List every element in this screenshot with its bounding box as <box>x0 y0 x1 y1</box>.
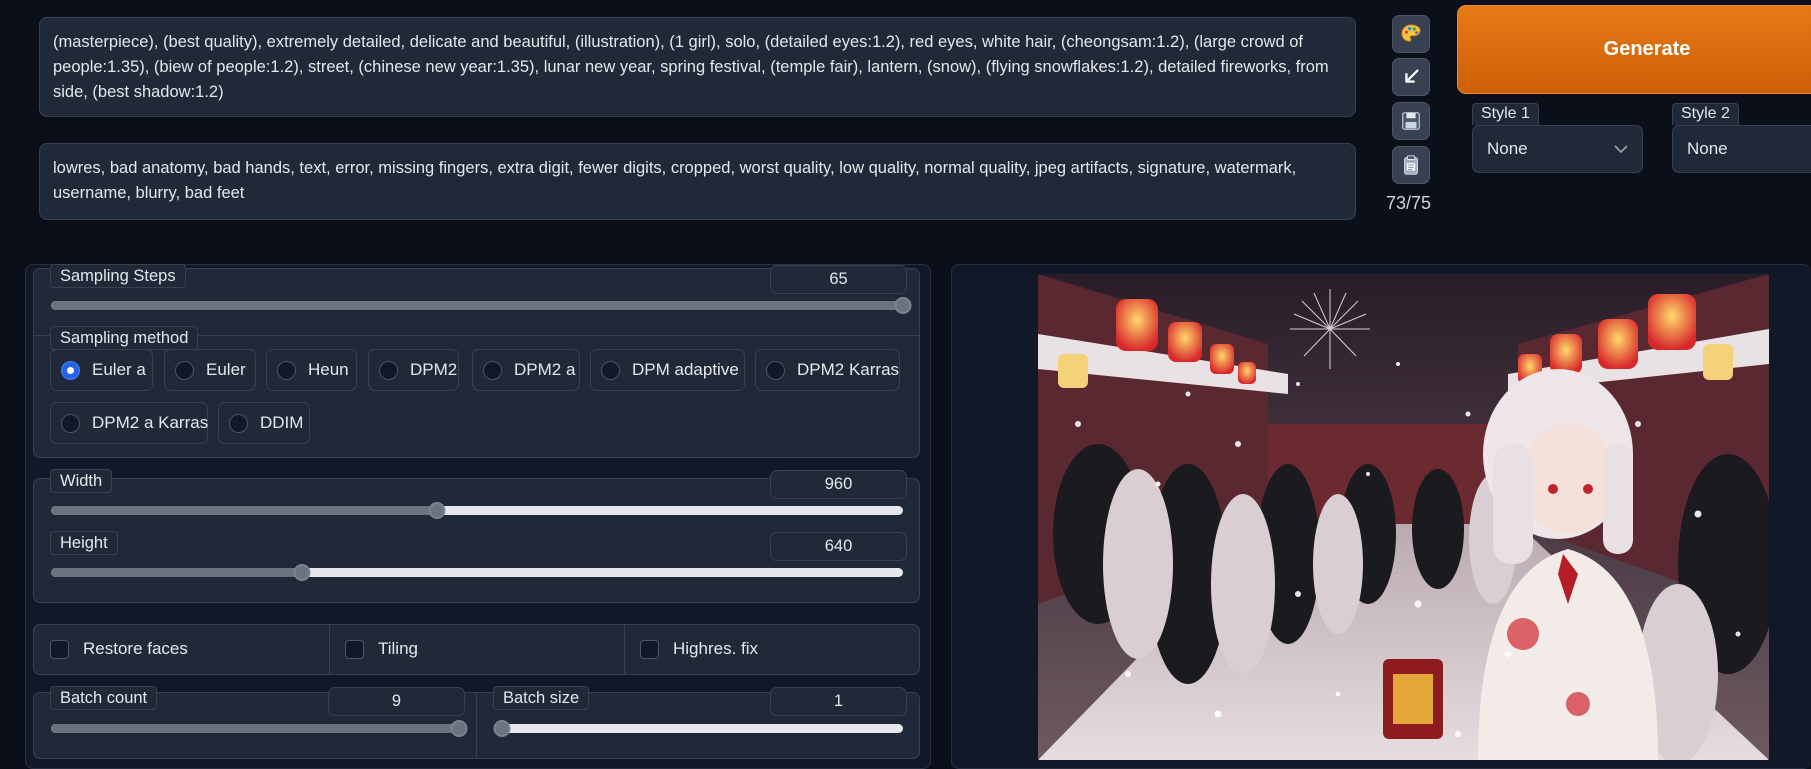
sampler-option-dpm2-a[interactable]: DPM2 a <box>472 349 580 391</box>
sampler-label: DPM2 Karras <box>797 360 900 379</box>
style-1-label: Style 1 <box>1472 103 1539 125</box>
batch-size-label: Batch size <box>493 686 590 710</box>
restore-faces-checkbox[interactable]: Restore faces <box>50 639 188 659</box>
slider-handle[interactable] <box>493 720 511 737</box>
width-input[interactable]: 960 <box>770 470 907 499</box>
clipboard-icon <box>1404 155 1418 175</box>
sampler-label: DPM2 a Karras <box>92 413 209 432</box>
generated-image[interactable] <box>1038 274 1769 760</box>
sampler-option-heun[interactable]: Heun <box>266 349 357 391</box>
sampler-option-euler[interactable]: Euler <box>164 349 256 391</box>
palette-button[interactable] <box>1392 15 1430 53</box>
checkbox-icon <box>640 639 659 659</box>
positive-prompt-input[interactable]: (masterpiece), (best quality), extremely… <box>39 17 1356 117</box>
batch-size-input[interactable]: 1 <box>770 687 907 716</box>
batch-count-input[interactable]: 9 <box>328 687 465 716</box>
height-label: Height <box>50 531 118 555</box>
sampling-method-label: Sampling method <box>50 326 199 350</box>
height-input[interactable]: 640 <box>770 532 907 561</box>
style-1-select[interactable]: None <box>1472 125 1643 173</box>
sampler-option-dpm2-a-karras[interactable]: DPM2 a Karras <box>50 402 208 444</box>
highres-fix-label: Highres. fix <box>673 639 759 658</box>
radio-icon <box>61 413 80 433</box>
batch-size-slider[interactable] <box>493 720 903 737</box>
width-label: Width <box>50 469 113 493</box>
slider-handle[interactable] <box>450 720 468 737</box>
apply-params-button[interactable] <box>1392 58 1430 96</box>
checkbox-icon <box>345 639 364 659</box>
palette-icon <box>1401 24 1421 42</box>
sampler-label: Euler a <box>92 360 146 379</box>
arrow-down-left-icon <box>1405 69 1419 83</box>
batch-count-slider[interactable] <box>51 720 468 737</box>
token-counter: 73/75 <box>1386 193 1432 213</box>
checkbox-icon <box>50 639 69 659</box>
style-2-label: Style 2 <box>1672 103 1739 125</box>
sampler-label: DPM adaptive <box>632 360 739 379</box>
generate-button[interactable]: Generate <box>1457 5 1811 94</box>
sampler-label: Heun <box>308 360 349 379</box>
slider-handle[interactable] <box>293 564 311 581</box>
radio-icon <box>175 360 194 380</box>
style-2-select[interactable]: None <box>1672 125 1811 173</box>
tiling-label: Tiling <box>378 639 418 658</box>
chevron-down-icon <box>1614 144 1628 153</box>
restore-faces-label: Restore faces <box>83 639 188 658</box>
sampler-label: DDIM <box>260 413 304 432</box>
sampler-option-ddim[interactable]: DDIM <box>218 402 310 444</box>
sampler-option-dpm2-karras[interactable]: DPM2 Karras <box>755 349 900 391</box>
width-slider[interactable] <box>51 502 903 519</box>
radio-icon <box>229 413 248 433</box>
sampler-label: DPM2 a <box>514 360 576 379</box>
style-2-value: None <box>1687 139 1728 158</box>
slider-handle[interactable] <box>428 502 446 519</box>
radio-selected-icon <box>61 360 80 380</box>
sampler-label: DPM2 <box>410 360 458 379</box>
sampler-option-euler-a[interactable]: Euler a <box>50 349 153 391</box>
radio-icon <box>766 360 785 380</box>
radio-icon <box>601 360 620 380</box>
radio-icon <box>379 360 398 380</box>
sampler-label: Euler <box>206 360 246 379</box>
highres-fix-checkbox[interactable]: Highres. fix <box>640 639 758 659</box>
style-1-value: None <box>1487 139 1528 158</box>
generated-image-illustration <box>1038 274 1769 760</box>
negative-prompt-input[interactable]: lowres, bad anatomy, bad hands, text, er… <box>39 143 1356 220</box>
apply-style-button[interactable] <box>1392 146 1430 184</box>
radio-icon <box>277 360 296 380</box>
tiling-checkbox[interactable]: Tiling <box>345 639 418 659</box>
save-style-button[interactable] <box>1392 102 1430 140</box>
save-icon <box>1402 112 1420 130</box>
sampling-steps-label: Sampling Steps <box>50 264 186 288</box>
height-slider[interactable] <box>51 564 903 581</box>
sampler-option-dpm2[interactable]: DPM2 <box>368 349 459 391</box>
sampling-steps-slider[interactable] <box>51 297 912 314</box>
sampling-steps-input[interactable]: 65 <box>770 265 907 294</box>
batch-count-label: Batch count <box>50 686 158 710</box>
slider-handle[interactable] <box>894 297 912 314</box>
radio-icon <box>483 360 502 380</box>
sampler-option-dpm-adaptive[interactable]: DPM adaptive <box>590 349 745 391</box>
